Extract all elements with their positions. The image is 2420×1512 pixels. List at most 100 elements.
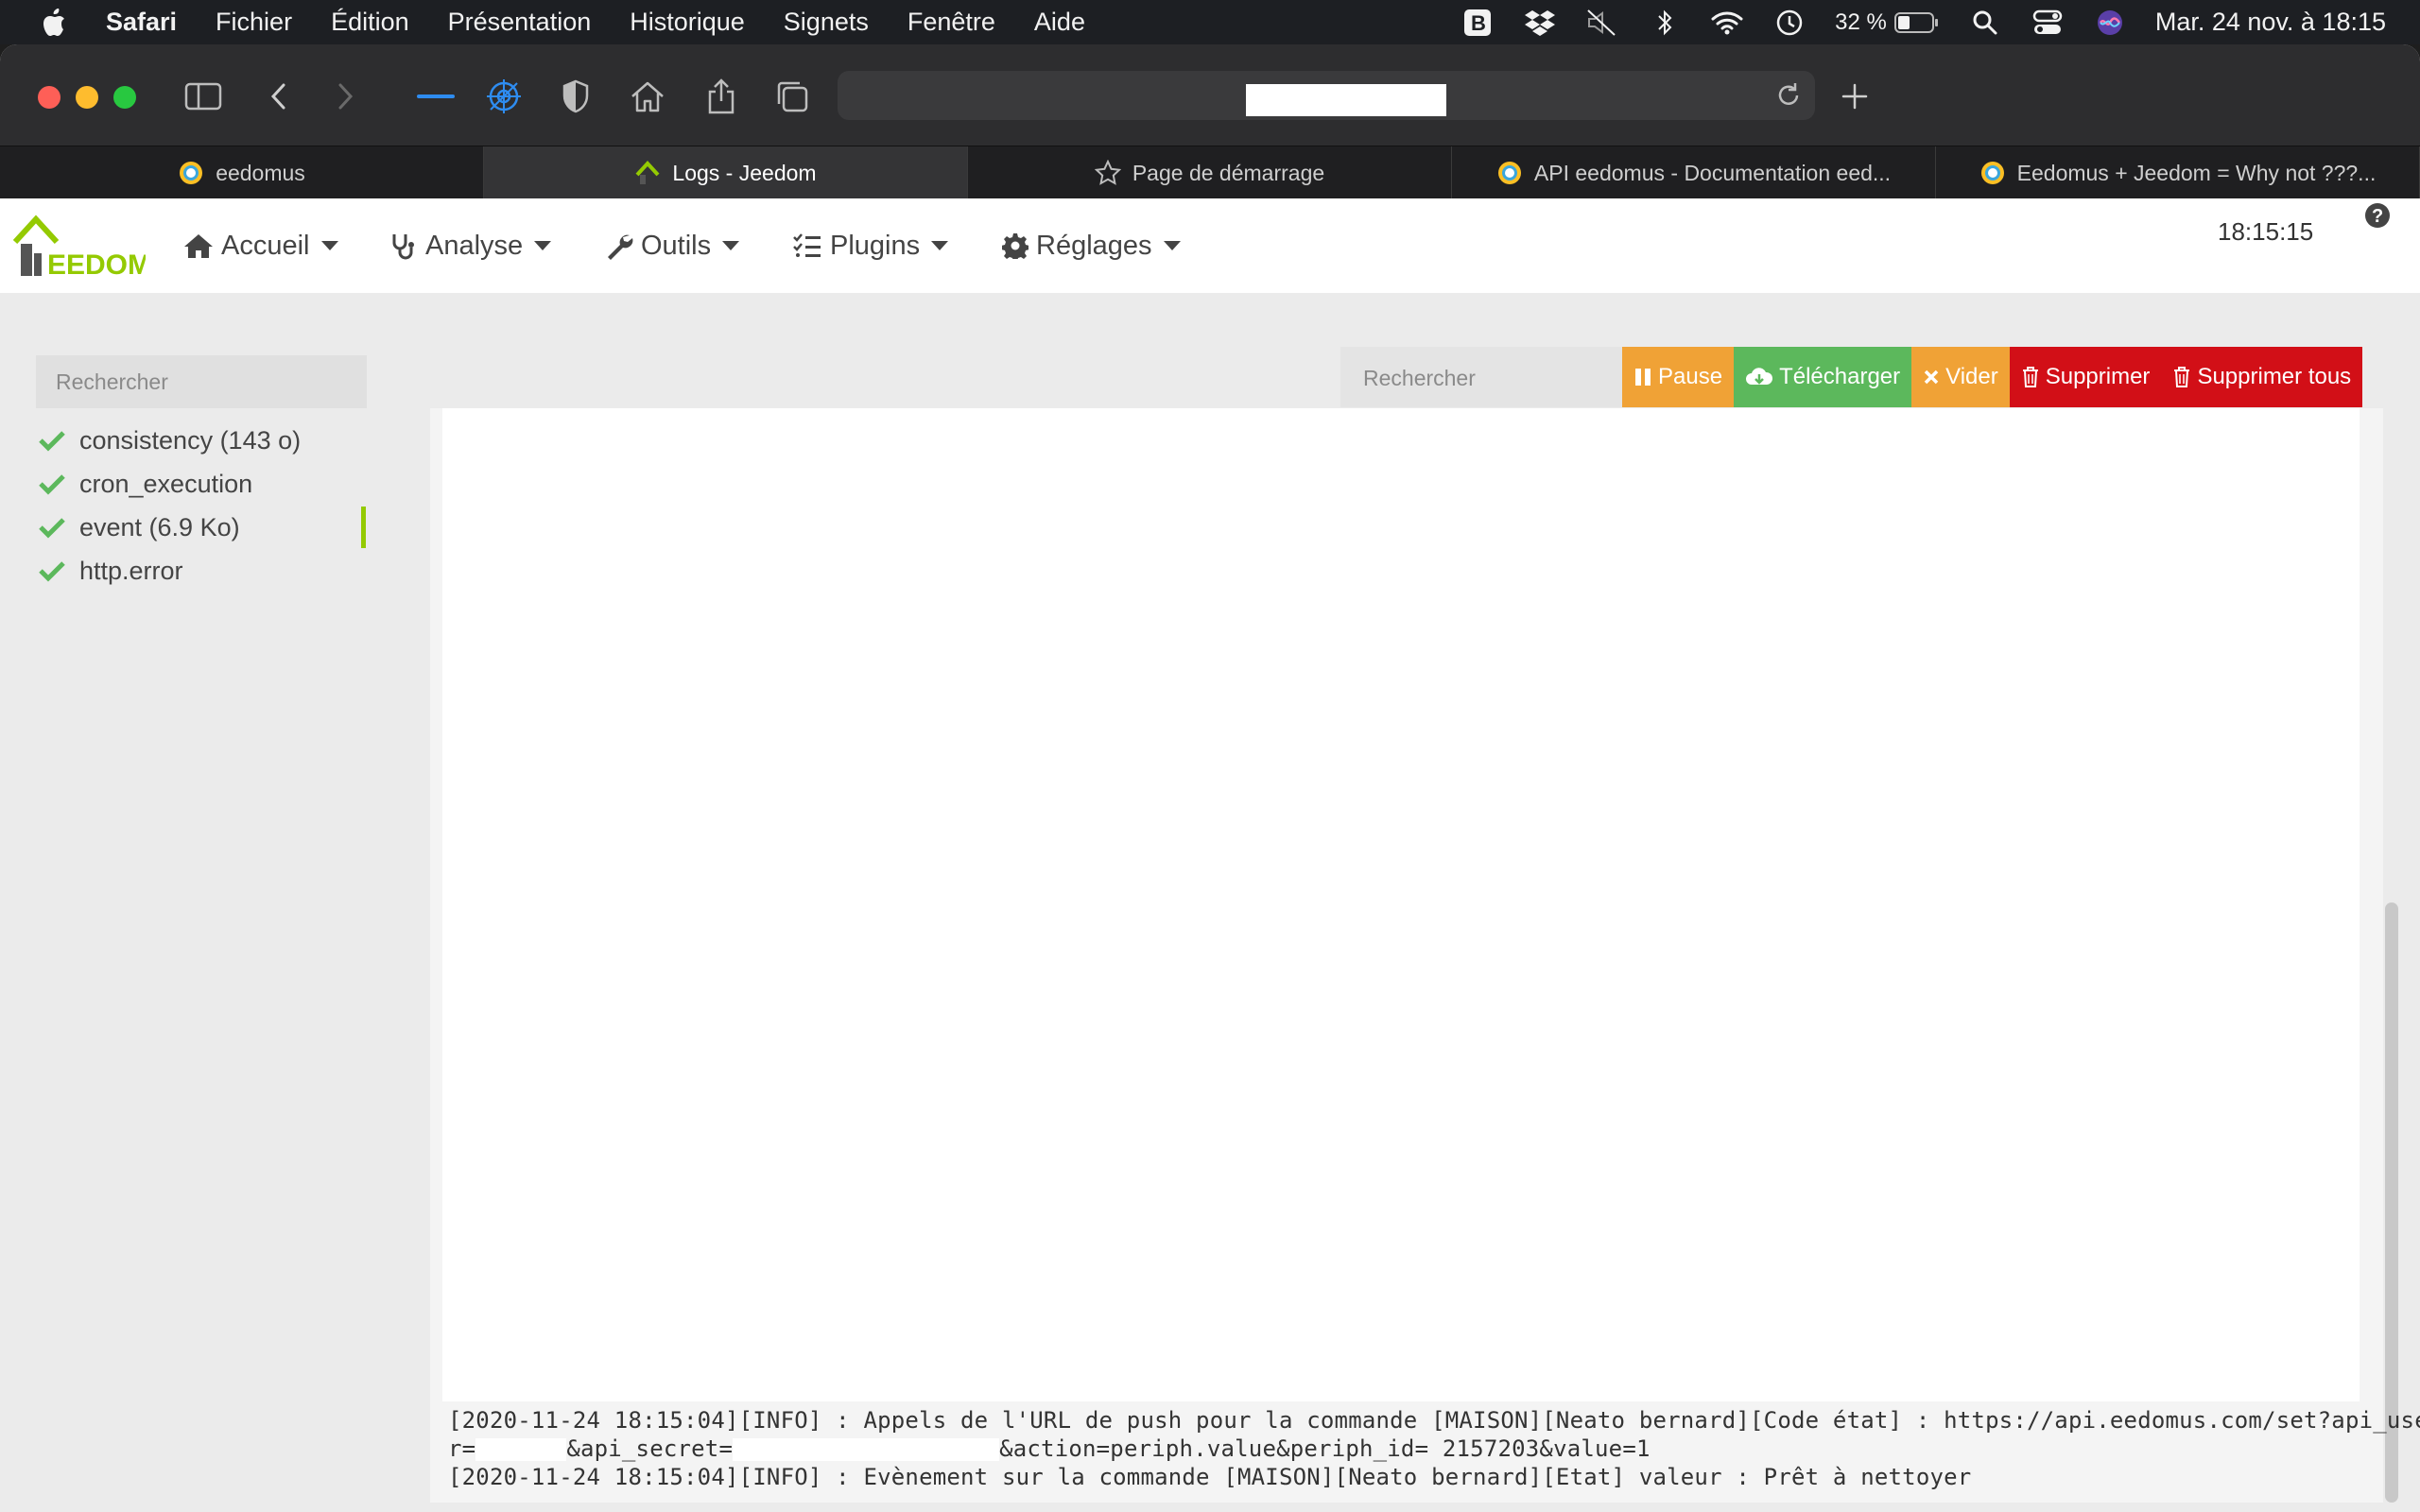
log-content-area <box>442 408 2360 1401</box>
zoom-window-button[interactable] <box>113 86 136 109</box>
tab-logs-jeedom[interactable]: Logs - Jeedom <box>484 146 968 199</box>
eedomus-icon <box>180 162 203 184</box>
eedomus-forum-icon <box>1980 162 2004 184</box>
jeedom-logo[interactable]: EEDOM <box>11 208 151 281</box>
clear-button[interactable]: Vider <box>1911 347 2010 407</box>
menu-fichier[interactable]: Fichier <box>216 8 292 37</box>
spotlight-icon[interactable] <box>1968 9 2002 37</box>
tab-eedomus-jeedom[interactable]: Eedomus + Jeedom = Why not ???... <box>1936 146 2420 199</box>
download-button[interactable]: Télécharger <box>1734 347 1912 407</box>
button-label: Supprimer <box>2045 364 2151 389</box>
nav-analyse[interactable]: Analyse <box>389 227 552 265</box>
menu-bar-clock[interactable]: Mar. 24 nov. à 18:15 <box>2155 8 2386 37</box>
delete-all-button[interactable]: Supprimer tous <box>2161 347 2363 407</box>
tab-bar: eedomus Logs - Jeedom Page de démarrage … <box>0 146 2420 199</box>
log-file-event[interactable]: event (6.9 Ko) <box>38 508 240 546</box>
nav-label: Réglages <box>1036 230 1152 261</box>
button-label: Pause <box>1658 364 1723 389</box>
privacy-shield-icon[interactable] <box>552 73 599 120</box>
home-icon <box>184 234 213 258</box>
api-user-redaction <box>475 1438 567 1461</box>
tasks-icon <box>793 233 821 257</box>
jeedom-clock: 18:15:15 <box>2218 217 2314 246</box>
nav-label: Plugins <box>830 230 921 261</box>
tab-page-de-demarrage[interactable]: Page de démarrage <box>968 146 1452 199</box>
sidebar-toggle-icon[interactable] <box>180 73 227 120</box>
jeedom-navbar: EEDOM Accueil Analyse Outils Plugins Rég… <box>0 198 2420 293</box>
tab-label: Logs - Jeedom <box>672 160 817 185</box>
tab-api-eedomus[interactable]: API eedomus - Documentation eed... <box>1452 146 1936 199</box>
battery-icon[interactable] <box>1893 9 1940 37</box>
chevron-down-icon <box>1163 241 1181 250</box>
reload-icon[interactable] <box>1773 80 1804 111</box>
minimize-window-button[interactable] <box>76 86 98 109</box>
menu-signets[interactable]: Signets <box>784 8 869 37</box>
nav-plugins[interactable]: Plugins <box>792 227 949 265</box>
menu-safari[interactable]: Safari <box>106 8 177 37</box>
nav-accueil[interactable]: Accueil <box>183 227 338 265</box>
safari-toolbar <box>0 44 2420 146</box>
tab-eedomus[interactable]: eedomus <box>0 146 484 199</box>
close-window-button[interactable] <box>38 86 60 109</box>
pause-icon <box>1635 369 1651 386</box>
new-tab-icon[interactable] <box>1831 73 1878 120</box>
macos-menu-bar: Safari Fichier Édition Présentation Hist… <box>0 0 2420 44</box>
button-label: Télécharger <box>1779 364 1901 389</box>
log-file-http-error[interactable]: http.error <box>38 552 183 590</box>
delete-button[interactable]: Supprimer <box>2009 347 2162 407</box>
nav-outils[interactable]: Outils <box>605 227 740 265</box>
nav-reglages[interactable]: Réglages <box>1002 227 1181 265</box>
menu-historique[interactable]: Historique <box>630 8 745 37</box>
api-secret-redaction <box>733 1438 1000 1461</box>
active-log-indicator <box>361 507 366 548</box>
svg-text:?: ? <box>2372 206 2383 227</box>
logo-text: EEDOM <box>47 249 146 280</box>
nav-label: Analyse <box>425 230 524 261</box>
time-machine-icon[interactable] <box>1772 9 1806 37</box>
url-redaction <box>1246 84 1446 116</box>
safari-window: eedomus Logs - Jeedom Page de démarrage … <box>0 44 2420 1512</box>
log-viewer[interactable] <box>430 408 2383 1503</box>
back-icon[interactable] <box>255 73 302 120</box>
wifi-icon[interactable] <box>1710 9 1744 37</box>
pause-button[interactable]: Pause <box>1622 347 1735 407</box>
chevron-down-icon <box>534 241 552 250</box>
stethoscope-icon <box>392 234 414 260</box>
menu-edition[interactable]: Édition <box>331 8 409 37</box>
svg-text:B: B <box>1471 11 1486 35</box>
log-search-input[interactable]: Rechercher <box>1340 347 1622 407</box>
home-icon[interactable] <box>624 73 671 120</box>
chevron-down-icon <box>722 241 740 250</box>
tab-label: API eedomus - Documentation eed... <box>1533 160 1892 185</box>
control-center-icon[interactable] <box>2031 9 2065 37</box>
close-icon <box>1924 369 1939 385</box>
check-icon <box>39 431 65 452</box>
battery-percent: 32 % <box>1835 9 1887 35</box>
apple-icon[interactable] <box>42 8 66 37</box>
bartender-icon[interactable]: B <box>1461 9 1495 37</box>
reading-list-icon[interactable] <box>412 73 459 120</box>
log-line: [2020-11-24 18:15:04][INFO] : Evènement … <box>448 1464 1972 1490</box>
wrench-icon <box>608 234 633 260</box>
tab-overview-icon[interactable] <box>769 73 816 120</box>
star-icon <box>1094 160 1121 185</box>
check-icon <box>39 518 65 539</box>
menu-fenetre[interactable]: Fenêtre <box>908 8 995 37</box>
menu-aide[interactable]: Aide <box>1034 8 1085 37</box>
button-label: Supprimer tous <box>2197 364 2352 389</box>
bluetooth-icon[interactable] <box>1648 9 1682 37</box>
address-bar[interactable] <box>838 71 1815 120</box>
forward-icon[interactable] <box>321 73 369 120</box>
log-file-cron-execution[interactable]: cron_execution <box>38 465 252 503</box>
nav-label: Accueil <box>221 230 310 261</box>
log-file-consistency[interactable]: consistency (143 o) <box>38 421 301 459</box>
menu-presentation[interactable]: Présentation <box>448 8 592 37</box>
sidebar-search-input[interactable]: Rechercher <box>36 355 367 408</box>
help-icon[interactable]: ? <box>2363 201 2392 234</box>
siri-icon[interactable] <box>2093 9 2127 37</box>
mute-icon[interactable] <box>1585 9 1619 37</box>
share-icon[interactable] <box>698 73 745 120</box>
tracker-blocker-icon[interactable] <box>480 73 527 120</box>
dropbox-icon[interactable] <box>1523 9 1557 37</box>
log-file-label: event (6.9 Ko) <box>79 512 240 541</box>
